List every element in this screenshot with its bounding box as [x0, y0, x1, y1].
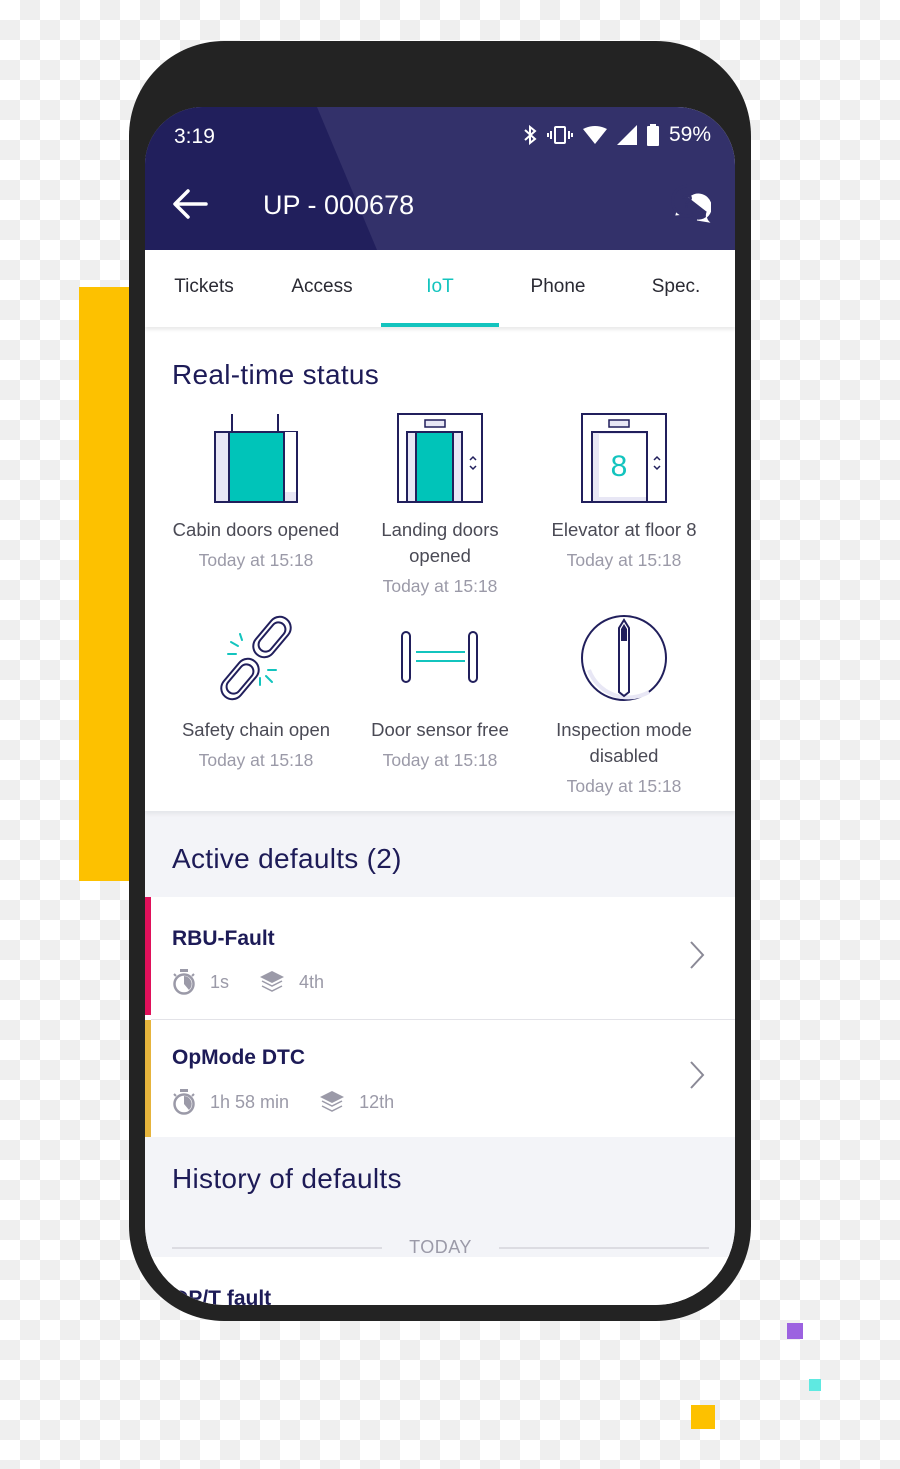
page-title: UP - 000678 [263, 190, 415, 220]
fault-duration: 1h 58 min [210, 1091, 290, 1112]
bluetooth-icon [523, 125, 537, 145]
door-sensor-icon [401, 631, 478, 683]
history-fault-name: OP/T fault [172, 1287, 272, 1305]
tab-access[interactable]: Access [263, 250, 381, 327]
status-time-stamp: Today at 15:18 [566, 776, 682, 796]
history-defaults-header: History of defaults TODAY [145, 1137, 735, 1257]
tab-tickets[interactable]: Tickets [145, 250, 263, 327]
separator-line [498, 1246, 710, 1249]
tab-spec[interactable]: Spec. [617, 250, 735, 327]
status-label: Elevator at floor 8 [551, 519, 697, 540]
separator-line [172, 1246, 383, 1249]
back-button[interactable] [169, 183, 211, 225]
status-label: Cabin doors opened [172, 519, 340, 540]
floor-number: 8 [611, 450, 628, 483]
fault-severity-bar [145, 1020, 151, 1137]
section-title-history: History of defaults [172, 1163, 402, 1194]
battery-icon [646, 124, 659, 146]
status-time-stamp: Today at 15:18 [382, 750, 498, 770]
fault-meta: 1s 4th [172, 969, 354, 995]
status-icons: 59% [523, 123, 711, 147]
fault-item-rbu[interactable]: RBU-Fault 1s 4th [145, 897, 735, 1015]
status-time-stamp: Today at 15:18 [566, 550, 682, 570]
status-label: Safety chain open [181, 719, 331, 740]
app-bar: 3:19 59% UP - 000678 ? [145, 107, 735, 250]
active-defaults-header: Active defaults (2) [145, 811, 735, 897]
wifi-icon [582, 126, 607, 144]
status-item-elevator-floor: 8 Elevator at floor 8 Today at 15:18 [532, 412, 716, 573]
status-time: 3:19 [174, 125, 215, 148]
status-item-door-sensor: Door sensor free Today at 15:18 [348, 612, 532, 773]
day-separator: TODAY [172, 1237, 710, 1258]
layers-icon [259, 970, 285, 994]
cabin-doors-icon [214, 414, 298, 503]
status-item-inspection-mode: Inspection mode disabled Today at 15:18 [532, 612, 716, 799]
fault-name: RBU-Fault [172, 927, 275, 950]
broken-chain-icon [220, 615, 292, 701]
battery-percent: 59% [668, 123, 711, 146]
chevron-right-icon [689, 1060, 705, 1095]
tab-phone[interactable]: Phone [499, 250, 617, 327]
help-chat-icon: ? [670, 184, 711, 223]
inspection-switch-icon [581, 615, 667, 701]
phone-screen: 3:19 59% UP - 000678 ? Tickets Access Io… [145, 107, 735, 1305]
status-item-cabin-doors: Cabin doors opened Today at 15:18 [164, 412, 348, 573]
status-label: Door sensor free [371, 719, 509, 740]
section-title-realtime: Real-time status [172, 359, 380, 390]
status-item-safety-chain: Safety chain open Today at 15:18 [164, 612, 348, 773]
fault-floor: 4th [299, 971, 325, 992]
tab-iot[interactable]: IoT [381, 250, 499, 327]
cell-signal-icon [616, 125, 637, 145]
stopwatch-icon [172, 969, 196, 995]
decorative-cyan-square [809, 1379, 821, 1391]
decorative-purple-square [787, 1323, 803, 1339]
fault-name: OpMode DTC [172, 1046, 305, 1069]
vibrate-icon [546, 125, 573, 145]
status-label: Landing doors opened [381, 519, 499, 566]
fault-item-opmode[interactable]: OpMode DTC 1h 58 min 12th [145, 1020, 735, 1137]
decorative-yellow-bar [79, 287, 131, 881]
svg-text:?: ? [681, 191, 693, 213]
status-label: Inspection mode disabled [556, 719, 692, 766]
fault-meta: 1h 58 min 12th [172, 1089, 424, 1115]
status-time-stamp: Today at 15:18 [198, 550, 314, 570]
arrow-left-icon [173, 189, 208, 219]
section-title-active-defaults: Active defaults (2) [172, 843, 402, 874]
decorative-yellow-square [691, 1405, 715, 1429]
chevron-right-icon [689, 940, 705, 975]
history-item[interactable]: OP/T fault [145, 1257, 735, 1305]
realtime-status-section: Real-time status Cabin doors opened Toda… [145, 327, 735, 811]
day-label: TODAY [409, 1237, 472, 1257]
help-button[interactable]: ? [667, 181, 713, 227]
elevator-floor-icon: 8 [581, 413, 667, 503]
fault-floor: 12th [359, 1091, 395, 1112]
fault-severity-bar [145, 897, 151, 1015]
status-time-stamp: Today at 15:18 [382, 576, 498, 596]
status-time-stamp: Today at 15:18 [198, 750, 314, 770]
layers-icon [319, 1090, 345, 1114]
landing-doors-icon [397, 413, 483, 503]
tab-bar: Tickets Access IoT Phone Spec. [145, 250, 735, 327]
status-item-landing-doors: Landing doors opened Today at 15:18 [348, 412, 532, 599]
fault-duration: 1s [210, 971, 230, 992]
stopwatch-icon [172, 1089, 196, 1115]
